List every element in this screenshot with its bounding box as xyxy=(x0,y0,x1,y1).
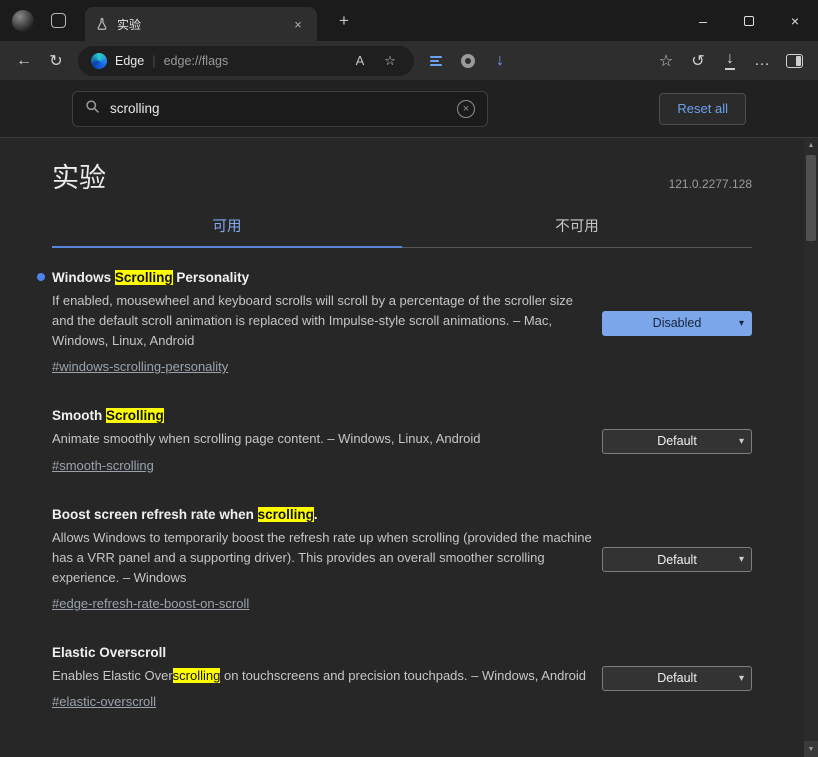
flag-description: Allows Windows to temporarily boost the … xyxy=(52,529,592,585)
flag-link[interactable]: #smooth-scrolling xyxy=(52,458,154,473)
tab-unavailable[interactable]: 不可用 xyxy=(402,207,752,247)
scroll-down-icon[interactable]: ▼ xyxy=(804,741,818,757)
flags-page: 实验 121.0.2277.128 可用 不可用 Windows Scrolli… xyxy=(0,138,818,757)
flag-entry-windows-scrolling-personality: Windows Scrolling Personality If enabled… xyxy=(37,270,752,376)
toolbar: ← ↻ Edge | edge://flags A ☆ ↓ ☆ ↺ ↓ … xyxy=(0,41,818,80)
chevron-down-icon: ▾ xyxy=(738,317,744,329)
flag-description: If enabled, mousewheel and keyboard scro… xyxy=(52,293,573,349)
flag-description: Enables Elastic Overscrolling on touchsc… xyxy=(52,667,587,683)
sidebar-toggle-icon[interactable] xyxy=(778,46,810,76)
search-icon xyxy=(85,99,100,119)
flags-tabbar: 可用 不可用 xyxy=(52,207,752,248)
url-divider: | xyxy=(152,53,156,68)
flag-link[interactable]: #edge-refresh-rate-boost-on-scroll xyxy=(52,596,249,611)
flags-search-section: × Reset all xyxy=(0,80,818,138)
flag-select[interactable]: Default ▾ xyxy=(602,428,752,454)
flag-link[interactable]: #windows-scrolling-personality xyxy=(52,359,228,374)
search-box[interactable]: × xyxy=(72,90,488,127)
flag-select-value: Default xyxy=(657,552,697,567)
chevron-down-icon: ▾ xyxy=(738,672,744,684)
flag-select-value: Disabled xyxy=(652,316,702,331)
flag-description: Animate smoothly when scrolling page con… xyxy=(52,431,481,447)
back-button[interactable]: ← xyxy=(8,46,40,76)
search-highlight: scrolling xyxy=(172,667,221,683)
browser-window: 实验 × + – × ← ↻ Edge | edge://flags A ☆ ↓… xyxy=(0,0,818,757)
favorite-star-icon[interactable]: ☆ xyxy=(379,53,401,69)
flag-select-value: Default xyxy=(657,434,697,449)
flag-select[interactable]: Default ▾ xyxy=(602,665,752,691)
profile-avatar[interactable] xyxy=(12,9,34,32)
chevron-down-icon: ▾ xyxy=(738,554,744,566)
edge-logo-icon xyxy=(91,52,107,69)
tab-available[interactable]: 可用 xyxy=(52,207,402,248)
search-highlight: Scrolling xyxy=(106,408,164,424)
flag-select[interactable]: Default ▾ xyxy=(602,547,752,573)
address-bar[interactable]: Edge | edge://flags A ☆ xyxy=(78,45,414,76)
tab-title: 实验 xyxy=(117,17,142,32)
search-highlight: Scrolling xyxy=(114,270,173,285)
scroll-up-icon[interactable]: ▲ xyxy=(804,138,818,153)
flag-title: Elastic Overscroll xyxy=(52,644,167,660)
refresh-button[interactable]: ↻ xyxy=(40,46,72,76)
flask-icon xyxy=(95,17,109,31)
flag-entry-refresh-rate-boost: Boost screen refresh rate when scrolling… xyxy=(52,506,752,613)
flag-title: Windows Scrolling Personality xyxy=(37,270,597,285)
tab-actions-icon[interactable] xyxy=(51,13,66,28)
flag-select[interactable]: Disabled ▾ xyxy=(602,310,752,336)
search-highlight: scrolling xyxy=(257,506,314,522)
url-text: edge://flags xyxy=(163,53,229,68)
extension-badge-icon[interactable] xyxy=(452,46,484,76)
flag-link[interactable]: #elastic-overscroll xyxy=(52,694,156,709)
scrollbar[interactable]: ▲ ▼ xyxy=(804,138,818,757)
close-button[interactable]: × xyxy=(772,0,818,41)
flag-title: Smooth Scrolling xyxy=(52,408,164,424)
clear-search-icon[interactable]: × xyxy=(457,99,475,118)
minimize-button[interactable]: – xyxy=(680,0,726,41)
reset-all-button[interactable]: Reset all xyxy=(659,92,746,125)
titlebar: 实验 × + – × xyxy=(0,0,818,41)
tab-close-icon[interactable]: × xyxy=(289,15,307,33)
site-brand-label: Edge xyxy=(115,53,145,68)
reader-extension-icon[interactable] xyxy=(420,46,452,76)
scrollbar-thumb[interactable] xyxy=(806,155,816,241)
window-controls: – × xyxy=(680,0,818,41)
download-extension-icon[interactable]: ↓ xyxy=(484,46,516,76)
browser-tab[interactable]: 实验 × xyxy=(85,7,317,41)
page-title: 实验 xyxy=(52,163,106,193)
history-icon[interactable]: ↺ xyxy=(682,46,714,76)
read-aloud-icon[interactable]: A xyxy=(349,53,371,68)
favorites-hub-icon[interactable]: ☆ xyxy=(650,46,682,76)
flag-title: Boost screen refresh rate when scrolling… xyxy=(52,506,318,522)
flag-select-value: Default xyxy=(657,671,697,686)
maximize-button[interactable] xyxy=(726,0,772,41)
more-menu-icon[interactable]: … xyxy=(746,46,778,76)
chevron-down-icon: ▾ xyxy=(738,435,744,447)
new-tab-button[interactable]: + xyxy=(331,8,357,34)
flag-entry-elastic-overscroll: Elastic Overscroll Enables Elastic Overs… xyxy=(52,645,752,711)
search-input[interactable] xyxy=(110,101,447,116)
modified-flag-dot xyxy=(37,273,45,281)
flag-entry-smooth-scrolling: Smooth Scrolling Animate smoothly when s… xyxy=(52,408,752,474)
version-label: 121.0.2277.128 xyxy=(668,177,752,191)
downloads-icon[interactable]: ↓ xyxy=(714,46,746,76)
